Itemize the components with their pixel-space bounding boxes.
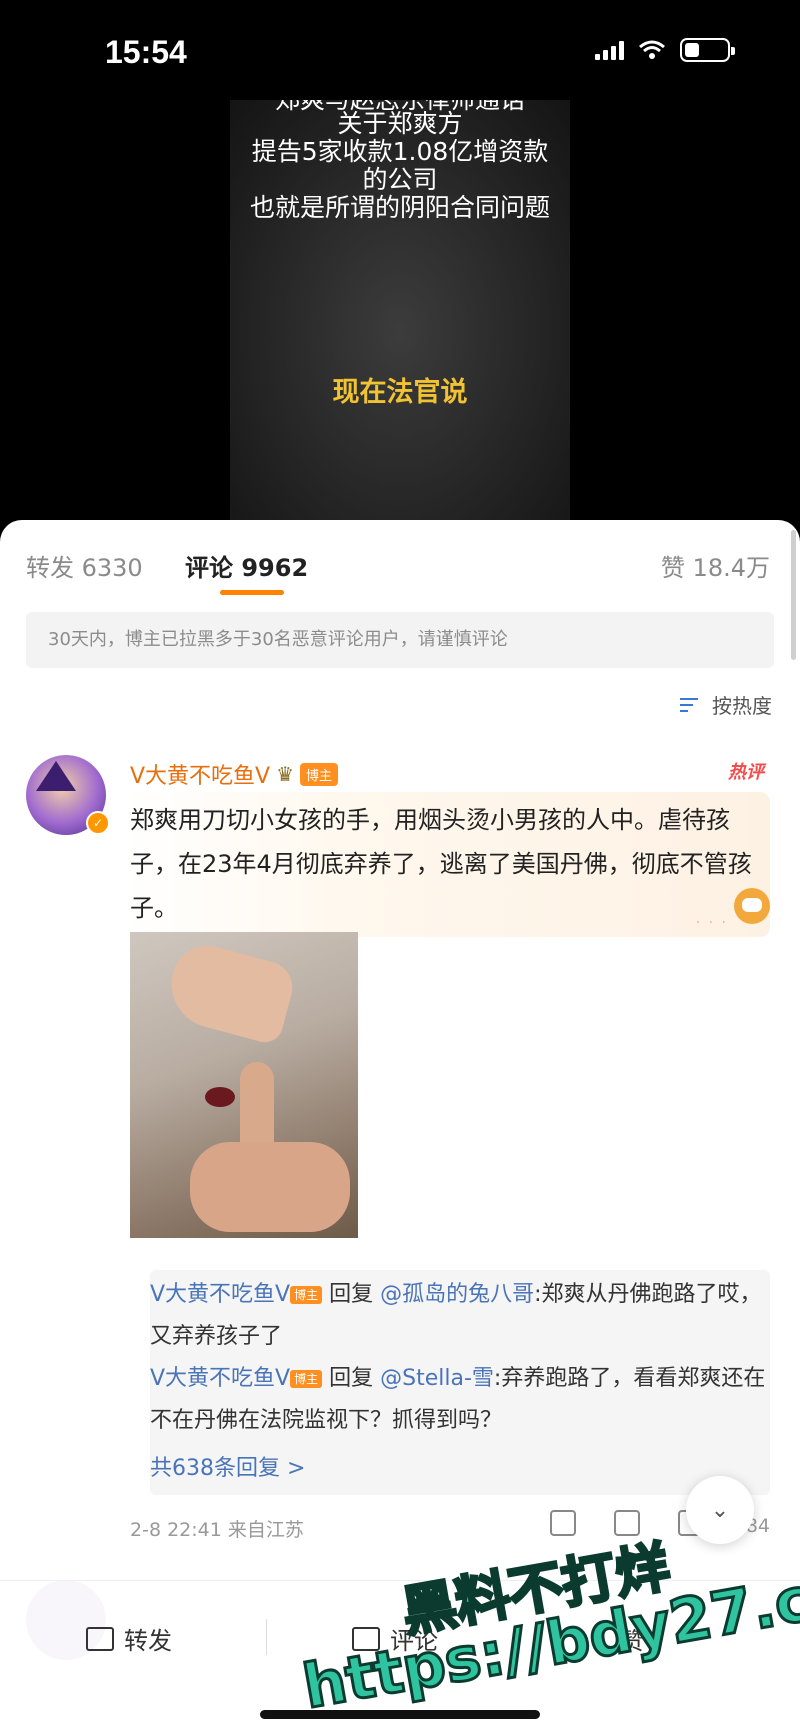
video-subtitle-line: 的公司 bbox=[362, 165, 438, 194]
sort-button[interactable]: 按热度 bbox=[680, 690, 772, 719]
photo-hand-shape bbox=[161, 937, 299, 1047]
tab-repost[interactable]: 转发 6330 bbox=[26, 548, 143, 583]
photo-hand-shape bbox=[190, 1142, 350, 1232]
wifi-icon bbox=[639, 40, 665, 59]
repost-button[interactable]: 转发 bbox=[86, 1621, 172, 1656]
sort-label: 按热度 bbox=[712, 694, 772, 718]
tab-comment[interactable]: 评论 9962 bbox=[185, 548, 308, 583]
status-bar: 15:54 bbox=[0, 0, 800, 100]
crown-icon: ♛ bbox=[276, 762, 295, 786]
photo-wound-shape bbox=[205, 1087, 235, 1107]
status-icons bbox=[595, 38, 735, 62]
video-frame[interactable]: 郑爽与赵志东律师通话 关于郑爽方 提告5家收款1.08亿增资款 的公司 也就是所… bbox=[230, 100, 570, 520]
scroll-down-button[interactable]: ⌄ bbox=[686, 1476, 754, 1544]
reply-username[interactable]: V大黄不吃鱼V bbox=[150, 1366, 290, 1391]
reply-list: V大黄不吃鱼V 博主 回复 @孤岛的兔八哥:郑爽从丹佛跑路了哎，又弃养孩子了 V大… bbox=[150, 1270, 770, 1495]
verified-badge-icon: ✓ bbox=[86, 811, 110, 835]
blogger-badge: 博主 bbox=[290, 1286, 323, 1304]
reply-mention[interactable]: @孤岛的兔八哥 bbox=[380, 1282, 534, 1307]
reply-username[interactable]: V大黄不吃鱼V bbox=[150, 1282, 290, 1307]
repost-label: 转发 bbox=[124, 1627, 172, 1655]
comment-header: V大黄不吃鱼V ♛ 博主 bbox=[130, 758, 339, 790]
share-icon[interactable] bbox=[550, 1510, 576, 1536]
avatar-hat-shape bbox=[36, 761, 76, 791]
video-subtitle-line: 提告5家收款1.08亿增资款 bbox=[251, 137, 549, 166]
bubble-decoration-dots: · · · bbox=[695, 915, 728, 931]
tab-bar: 转发 6330 评论 9962 赞 18.4万 bbox=[0, 520, 800, 602]
cellular-signal-icon bbox=[595, 40, 624, 60]
video-subtitle-line: 也就是所谓的阴阳合同问题 bbox=[249, 193, 550, 222]
status-time: 15:54 bbox=[105, 34, 187, 70]
home-indicator[interactable] bbox=[260, 1710, 540, 1719]
more-replies-link[interactable]: 共638条回复 > bbox=[150, 1450, 305, 1482]
comment-notice: 30天内，博主已拉黑多于30名恶意评论用户，请谨慎评论 bbox=[26, 612, 774, 668]
comment-username[interactable]: V大黄不吃鱼V bbox=[130, 758, 270, 790]
divider bbox=[266, 1619, 267, 1655]
scrollbar[interactable] bbox=[791, 530, 796, 660]
comment-sheet: 转发 6330 评论 9962 赞 18.4万 30天内，博主已拉黑多于30名恶… bbox=[0, 520, 800, 1735]
blogger-badge: 博主 bbox=[290, 1370, 323, 1388]
hot-comment-label: 热评 bbox=[728, 762, 764, 783]
reply-item[interactable]: V大黄不吃鱼V 博主 回复 @Stella-雪:弃养跑路了，看看郑爽还在不在丹佛在… bbox=[150, 1358, 770, 1442]
battery-level bbox=[685, 43, 699, 57]
reply-verb: 回复 bbox=[322, 1366, 381, 1391]
tiger-mascot-icon bbox=[734, 888, 770, 924]
video-subtitle-highlight: 现在法官说 bbox=[332, 377, 468, 408]
avatar[interactable]: ✓ bbox=[26, 755, 110, 835]
comment-image[interactable] bbox=[130, 932, 358, 1238]
comment-text[interactable]: 郑爽用刀切小女孩的手，用烟头烫小男孩的人中。虐待孩子，在23年4月彻底弃养了，逃… bbox=[130, 798, 770, 930]
tab-active-indicator bbox=[220, 590, 284, 595]
tab-like[interactable]: 赞 18.4万 bbox=[661, 548, 770, 583]
comment-meta: 2-8 22:41 来自江苏 bbox=[130, 1519, 304, 1541]
video-player[interactable]: 郑爽与赵志东律师通话 关于郑爽方 提告5家收款1.08亿增资款 的公司 也就是所… bbox=[0, 100, 800, 520]
chevron-down-icon: ⌄ bbox=[710, 1497, 730, 1523]
repost-icon bbox=[86, 1626, 114, 1651]
battery-icon bbox=[680, 38, 735, 62]
video-subtitle-line: 关于郑爽方 bbox=[337, 109, 463, 138]
reply-verb: 回复 bbox=[322, 1282, 381, 1307]
sort-icon bbox=[680, 694, 706, 716]
reply-item[interactable]: V大黄不吃鱼V 博主 回复 @孤岛的兔八哥:郑爽从丹佛跑路了哎，又弃养孩子了 bbox=[150, 1274, 770, 1358]
reply-mention[interactable]: @Stella-雪 bbox=[380, 1366, 494, 1391]
blogger-badge: 博主 bbox=[300, 762, 339, 786]
